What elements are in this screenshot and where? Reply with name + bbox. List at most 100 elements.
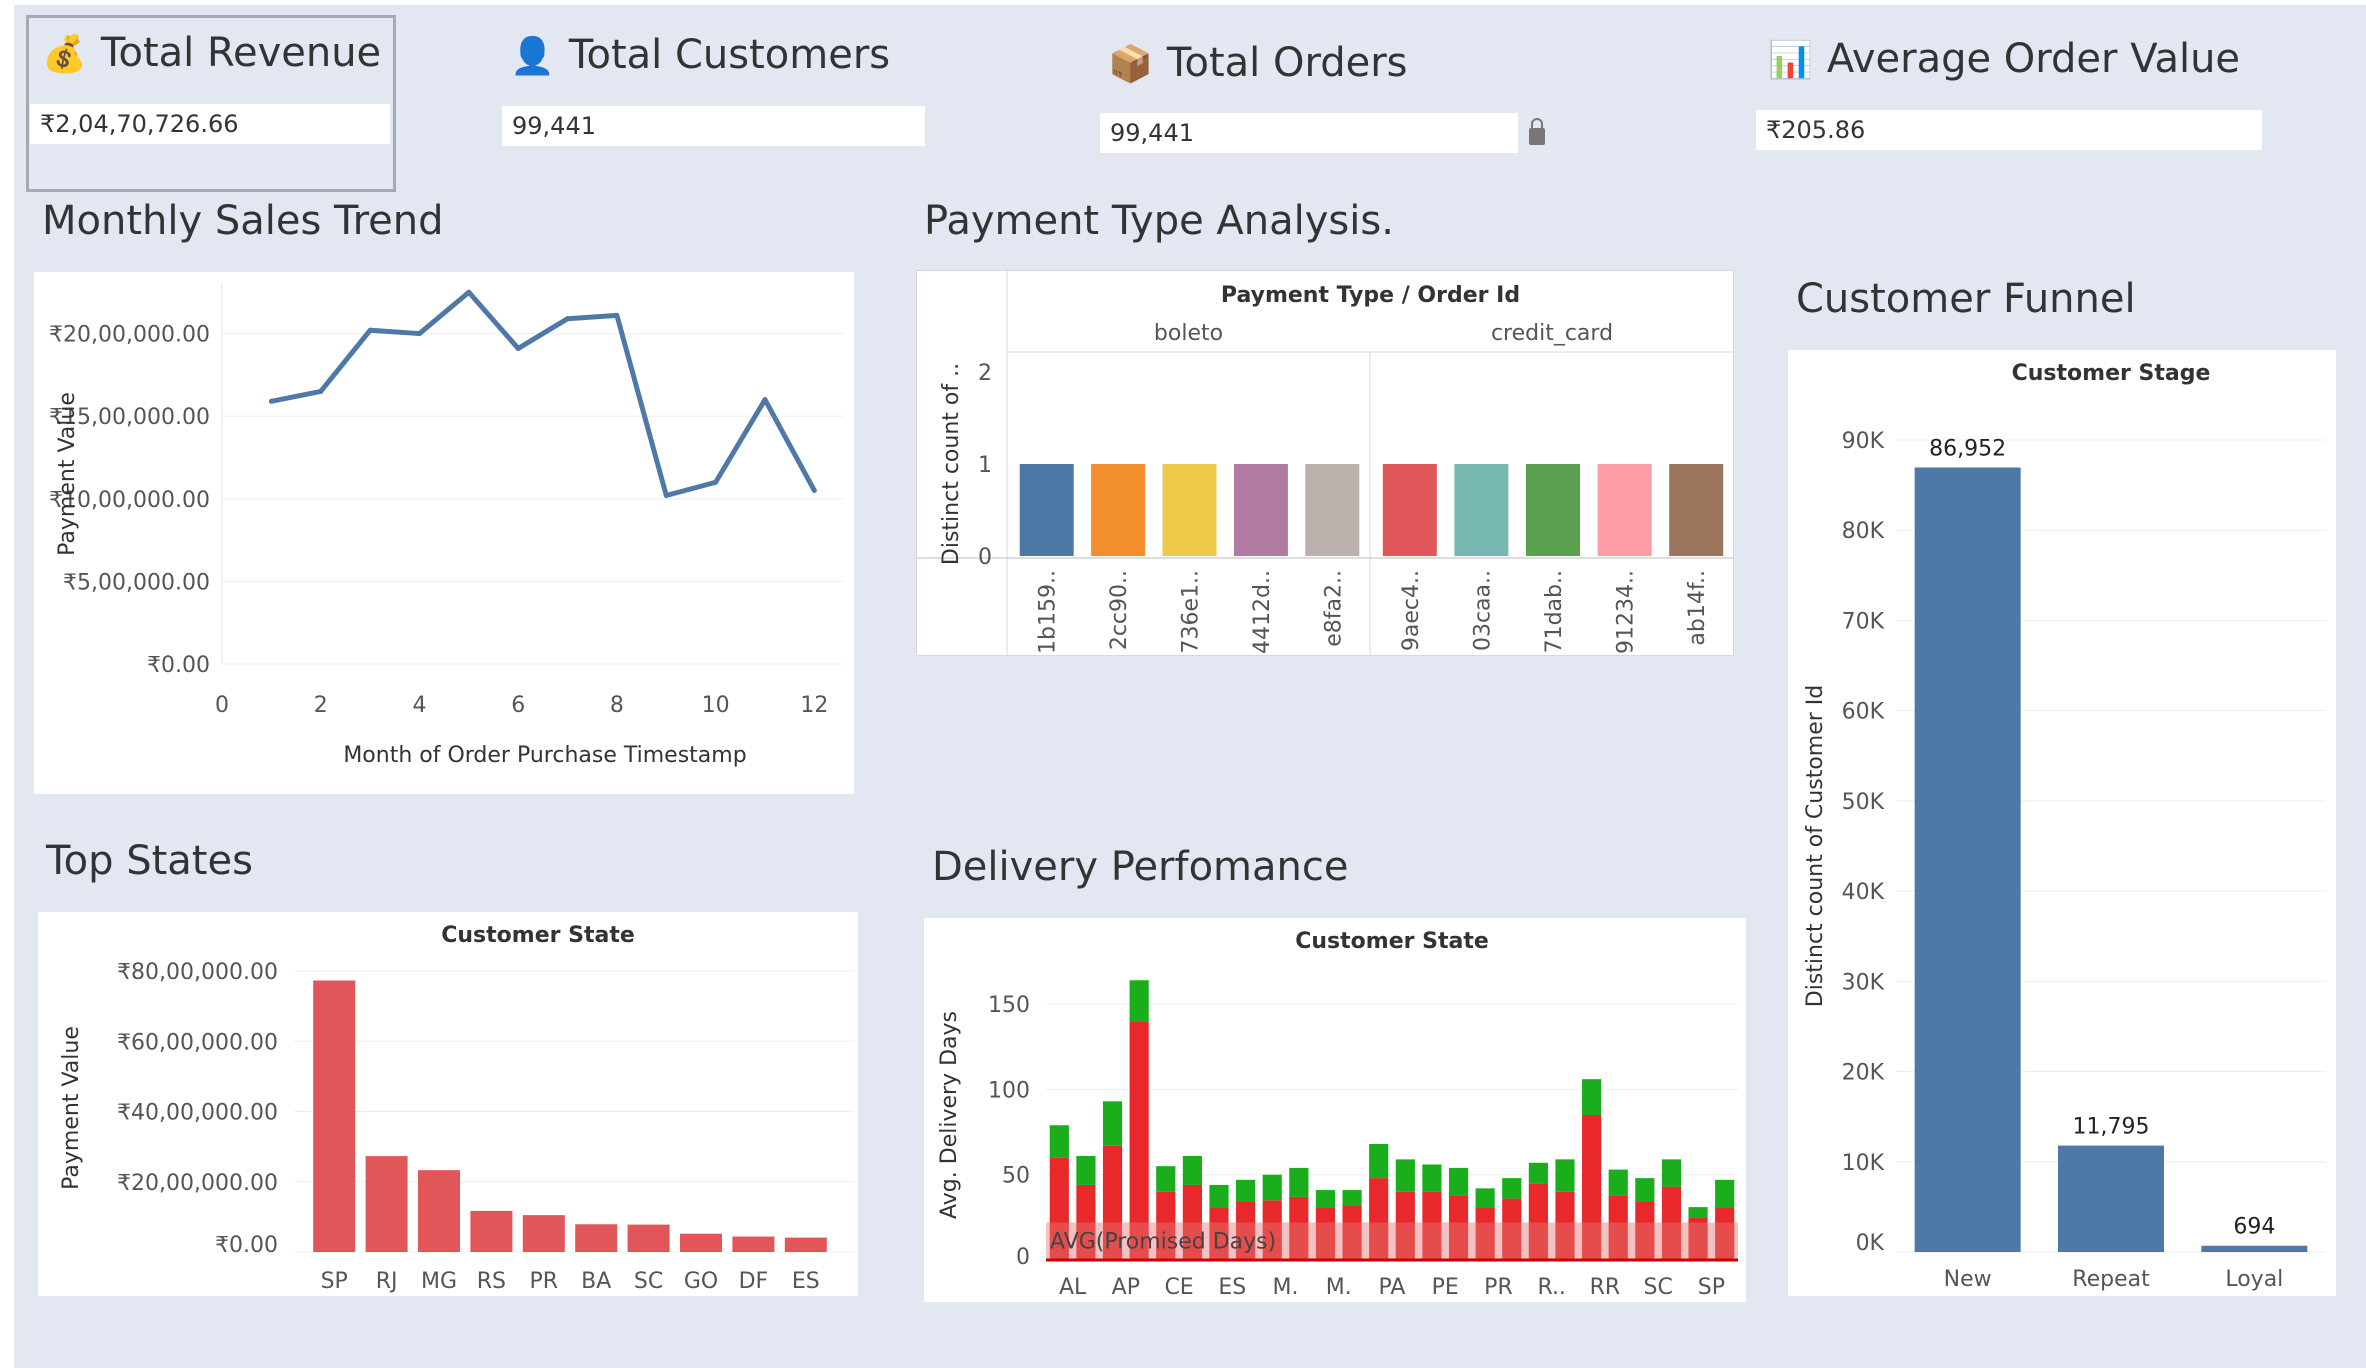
x-tick-label: GO <box>684 1269 718 1294</box>
x-tick-label: BA <box>581 1269 611 1294</box>
delivery-bar-green <box>1582 1079 1602 1115</box>
delivery-bar-green <box>1369 1144 1389 1179</box>
state-bar <box>680 1233 722 1252</box>
kpi-value-customers[interactable]: 99,441 <box>502 106 925 146</box>
order-id-label: 9aec4.. <box>1399 570 1424 651</box>
order-id-label: ab14f.. <box>1685 570 1710 646</box>
monthly-sales-title: Monthly Sales Trend <box>42 198 444 244</box>
y-axis-title: Avg. Delivery Days <box>937 1011 962 1219</box>
delivery-bar-green <box>1182 1155 1202 1185</box>
x-tick-label: Loyal <box>2225 1267 2283 1292</box>
y-axis-title: Distinct count of Customer Id <box>1803 685 1828 1007</box>
y-tick-label: ₹20,00,000.00 <box>49 323 210 348</box>
kpi-value-aov[interactable]: ₹205.86 <box>1756 110 2262 150</box>
payment-bar <box>1597 464 1652 556</box>
kpi-title-orders: 📦 Total Orders <box>1108 40 1408 86</box>
x-tick-label: R.. <box>1537 1275 1566 1300</box>
order-id-label: e8fa2.. <box>1321 570 1346 647</box>
y-tick-label: 0 <box>1016 1245 1030 1270</box>
delivery-bar-green <box>1688 1207 1708 1218</box>
delivery-bar-green <box>1342 1190 1362 1206</box>
bar-value-label: 694 <box>2233 1215 2275 1240</box>
order-id-label: 1b159.. <box>1036 570 1061 654</box>
data-point <box>367 327 373 333</box>
y-tick-label: 90K <box>1842 429 1885 454</box>
order-id-label: 2cc90.. <box>1107 570 1132 650</box>
top-states-chart[interactable]: Customer State ₹0.00 ₹20,00,000.00 ₹40,00,0… <box>38 912 858 1296</box>
column-header-title: Customer State <box>441 923 635 948</box>
payment-analysis-title: Payment Type Analysis. <box>924 198 1394 244</box>
delivery-bar-green <box>1076 1155 1096 1185</box>
y-axis-title: Payment Value <box>59 1026 84 1190</box>
payment-bar <box>1382 464 1437 556</box>
delivery-bar-green <box>1395 1159 1415 1192</box>
delivery-bar-green <box>1475 1188 1495 1208</box>
monthly-sales-panel: ₹0.00 ₹5,00,000.00 ₹10,00,000.00 ₹15,00,000… <box>34 272 854 794</box>
delivery-performance-title: Delivery Perfomance <box>932 844 1349 890</box>
x-tick-label: RS <box>477 1269 506 1294</box>
x-tick-label: RJ <box>376 1269 398 1294</box>
delivery-bar-green <box>1715 1179 1735 1208</box>
kpi-value-orders[interactable]: 99,441 <box>1100 113 1518 153</box>
delivery-bar-green <box>1236 1179 1256 1202</box>
order-id-label: 91234.. <box>1614 570 1639 654</box>
delivery-bar-green <box>1528 1162 1548 1184</box>
kpi-title-revenue: 💰 Total Revenue <box>42 30 382 76</box>
data-point <box>614 312 620 318</box>
x-tick-label: PA <box>1379 1275 1406 1300</box>
delivery-performance-panel: Customer State 0 50 100 150 Avg. Delivery Day… <box>924 918 1746 1302</box>
x-tick-label: 12 <box>800 693 828 718</box>
column-header-title: Customer Stage <box>2012 361 2211 386</box>
payment-bar <box>1019 464 1074 556</box>
payment-bar <box>1162 464 1217 556</box>
x-tick-label: PE <box>1432 1275 1459 1300</box>
top-states-panel: Customer State ₹0.00 ₹20,00,000.00 ₹40,00,0… <box>38 912 858 1296</box>
y-tick-label: 30K <box>1842 970 1885 995</box>
customer-funnel-chart[interactable]: Customer Stage 0K 10K 20K 30K 40K 50K 60K 70K 80K… <box>1788 350 2336 1296</box>
top-states-title: Top States <box>46 838 253 884</box>
data-point <box>762 397 768 403</box>
sales-line <box>270 289 817 498</box>
person-icon: 👤 <box>510 36 555 77</box>
y-tick-label: 50K <box>1842 790 1885 815</box>
lock-icon[interactable] <box>1528 118 1546 146</box>
x-tick-label: M. <box>1326 1275 1352 1300</box>
y-tick-label: ₹40,00,000.00 <box>117 1101 278 1126</box>
kpi-title-aov: 📊 Average Order Value <box>1768 36 2241 82</box>
x-tick-label: SC <box>634 1269 663 1294</box>
data-point <box>416 331 422 337</box>
x-tick-label: ES <box>1218 1275 1246 1300</box>
x-axis-title: Month of Order Purchase Timestamp <box>343 743 746 768</box>
x-tick-label: ES <box>792 1269 820 1294</box>
state-bar <box>575 1224 618 1252</box>
customer-funnel-panel: Customer Stage 0K 10K 20K 30K 40K 50K 60K 70K 80K… <box>1788 350 2336 1296</box>
column-header-title: Customer State <box>1295 929 1489 954</box>
data-point <box>713 479 719 485</box>
delivery-bar-green <box>1289 1167 1309 1197</box>
x-tick-label: RR <box>1590 1275 1621 1300</box>
delivery-bar-green <box>1635 1178 1655 1202</box>
y-tick-label: 60K <box>1842 700 1885 725</box>
x-tick-label: SC <box>1643 1275 1672 1300</box>
kpi-title-customers: 👤 Total Customers <box>510 32 891 78</box>
x-tick-label: AL <box>1059 1275 1087 1300</box>
payment-bar <box>1669 464 1724 556</box>
delivery-bar-green <box>1502 1178 1522 1199</box>
delivery-bar-green <box>1315 1190 1336 1208</box>
x-tick-label: 2 <box>314 693 328 718</box>
x-tick-label: 6 <box>511 693 525 718</box>
delivery-bar-green <box>1209 1184 1229 1208</box>
y-tick-label: ₹20,00,000.00 <box>117 1171 278 1196</box>
money-bag-icon: 💰 <box>42 34 87 75</box>
y-tick-label: 80K <box>1842 519 1885 544</box>
y-axis-title: Payment Value <box>55 392 80 556</box>
delivery-performance-chart[interactable]: Customer State 0 50 100 150 Avg. Delivery Day… <box>924 918 1746 1302</box>
bar-value-label: 11,795 <box>2073 1115 2150 1140</box>
group-label: credit_card <box>1491 321 1613 346</box>
payment-type-chart[interactable]: Payment Type / Order Id 0 1 2 Distinct count… <box>916 270 1734 656</box>
x-tick-label: CE <box>1164 1275 1193 1300</box>
monthly-sales-chart[interactable]: ₹0.00₹5,00,000.00₹10,00,000.00₹15,00,000… <box>34 272 854 794</box>
kpi-value-revenue[interactable]: ₹2,04,70,726.66 <box>30 104 390 144</box>
funnel-bar <box>2058 1145 2164 1252</box>
x-tick-label: 0 <box>215 693 229 718</box>
